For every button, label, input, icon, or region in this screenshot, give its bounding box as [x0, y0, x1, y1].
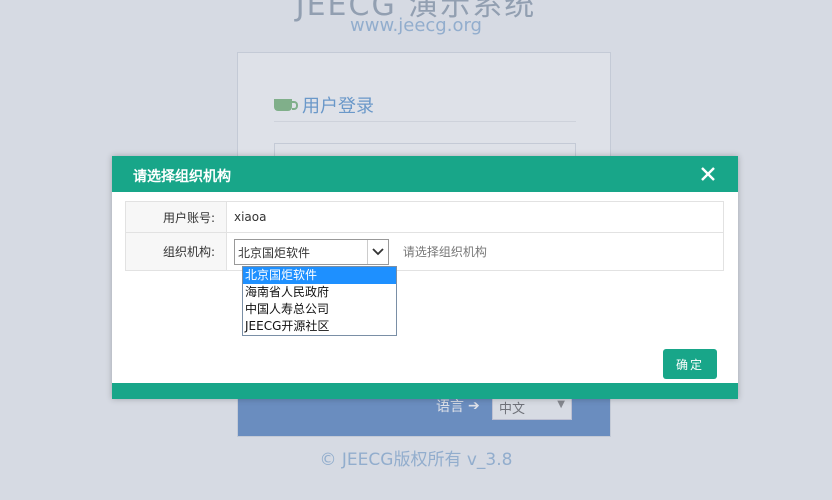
- close-icon: [701, 167, 715, 181]
- dropdown-option[interactable]: JEECG开源社区: [243, 318, 396, 335]
- dialog-title: 请选择组织机构: [133, 169, 231, 185]
- dropdown-option[interactable]: 海南省人民政府: [243, 284, 396, 301]
- dropdown-option[interactable]: 中国人寿总公司: [243, 301, 396, 318]
- account-value: xiaoa: [226, 201, 724, 233]
- dialog-header: 请选择组织机构: [112, 156, 738, 192]
- account-label: 用户账号:: [125, 201, 227, 233]
- chevron-down-icon: [367, 239, 388, 264]
- org-row: 组织机构: 北京国炬软件 请选择组织机构: [125, 232, 724, 271]
- dropdown-option[interactable]: 北京国炬软件: [243, 267, 396, 284]
- org-select-dialog: 请选择组织机构 用户账号: xiaoa 组织机构: 北京国炬软件 请选择组织机构…: [112, 156, 738, 399]
- dialog-footer-bar: [112, 383, 738, 399]
- login-form-table: 用户账号: xiaoa 组织机构: 北京国炬软件 请选择组织机构: [125, 201, 724, 271]
- close-button[interactable]: [698, 164, 718, 184]
- org-label: 组织机构:: [125, 232, 227, 271]
- org-cell: 北京国炬软件 请选择组织机构: [226, 232, 724, 271]
- org-hint: 请选择组织机构: [402, 245, 487, 259]
- account-row: 用户账号: xiaoa: [125, 201, 724, 233]
- org-select-value: 北京国炬软件: [238, 245, 311, 260]
- org-select[interactable]: 北京国炬软件: [234, 238, 389, 265]
- org-dropdown-list: 北京国炬软件 海南省人民政府 中国人寿总公司 JEECG开源社区: [242, 266, 397, 336]
- confirm-button[interactable]: 确定: [663, 349, 717, 379]
